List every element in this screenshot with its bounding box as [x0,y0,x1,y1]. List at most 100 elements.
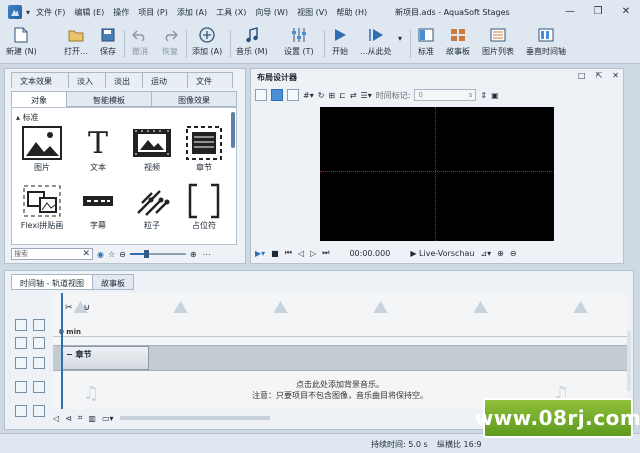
tab-image-effects[interactable]: 图像效果 [151,91,237,107]
new-button[interactable]: 新建 (N) [6,26,37,57]
redo-button[interactable]: 恢复 [160,26,180,57]
chapter-block[interactable]: − 章节 [61,346,149,370]
zoom-in-icon[interactable]: ⊕ [497,249,504,258]
zoom-in-icon[interactable]: ⊕ [190,250,197,259]
spin-icon[interactable]: ⇕ [480,91,487,100]
timeline-area[interactable]: ⛰ ⛰ ⛰ ⛰ ⛰ ⛰ ✂ ⊍ 0 min − 章节 ♫ ♫ 点击此处添加背景音… [53,293,627,409]
zoom-out-icon[interactable]: ⊖ [510,249,517,258]
close-button[interactable]: ✕ [612,0,640,22]
live-preview-toggle[interactable]: ▶ Live-Vorschau [410,249,474,258]
section-header[interactable]: ▴ 标准 [16,112,39,123]
play-icon[interactable]: ▶▾ [255,249,265,258]
flip-icon[interactable]: ⇄ [350,91,357,100]
select-tool-icon[interactable] [255,89,267,101]
stack-tool-icon[interactable] [33,381,45,393]
restore-panel-icon[interactable]: □ [578,71,586,80]
track-tool-icon[interactable] [15,319,27,331]
scissors-icon[interactable]: ✂ [65,303,73,313]
book-icon[interactable]: ▥ [88,414,96,423]
clear-icon[interactable]: ✕ [82,249,90,259]
tab-fade-in[interactable]: 淡入 [68,72,106,88]
play-options-dropdown[interactable]: ▾ [398,34,402,43]
first-icon[interactable]: ◁ [53,414,59,423]
grid-toggle-icon[interactable] [287,89,299,101]
object-image[interactable]: 图片 [16,124,68,173]
tab-text-effects[interactable]: 文本效果 [11,72,69,88]
list-icon[interactable]: ☰▾ [361,91,372,100]
pin-icon[interactable]: ⇱ [596,71,603,80]
start-button[interactable]: 开始 [330,26,350,57]
filter-icon[interactable]: ◉ [97,250,104,259]
fit-tool-icon[interactable] [15,357,27,369]
menu-edit[interactable]: 编辑 (E) [74,7,104,18]
object-video[interactable]: 视频 [126,124,178,173]
app-icon[interactable] [8,5,22,19]
next-icon[interactable]: ⏭ [322,248,329,258]
tab-smart-templates[interactable]: 智能模板 [66,91,152,107]
menu-wizard[interactable]: 向导 (W) [255,7,288,18]
add-button[interactable]: 添加 (A) [192,26,222,57]
monitor-icon[interactable]: ▭▾ [102,414,114,423]
align-left-icon[interactable] [33,319,45,331]
menu-help[interactable]: 帮助 (H) [336,7,367,18]
settings-button[interactable]: 设置 (T) [284,26,314,57]
open-button[interactable]: 打开... [64,26,88,57]
collapse-icon[interactable]: − [66,350,76,359]
object-flexi-collage[interactable]: Flexi拼贴画 [16,182,68,231]
group-tool-icon[interactable] [15,337,27,349]
prev-frame-icon[interactable]: ⊲ [65,414,72,423]
playhead[interactable] [61,293,63,409]
menu-add[interactable]: 添加 (A) [177,7,207,18]
tab-file[interactable]: 文件 [187,72,233,88]
quick-access-chevron-icon[interactable]: ▾ [26,8,30,17]
tab-fade-out[interactable]: 淡出 [105,72,143,88]
align-icon[interactable]: ⊞ [328,91,335,100]
maximize-button[interactable]: ❐ [584,0,612,22]
split-tool-icon[interactable] [33,337,45,349]
step-back-icon[interactable]: ◁ [298,249,304,258]
expand-tool-icon[interactable] [15,381,27,393]
standard-view-button[interactable]: 标准 [416,26,436,57]
tab-storyboard[interactable]: 故事板 [91,274,134,290]
grid-icon[interactable]: #▾ [303,91,314,100]
timeline-horizontal-scrollbar[interactable] [119,416,270,420]
object-subtitle[interactable]: 字幕 [72,182,124,231]
menu-file[interactable]: 文件 (F) [36,7,65,18]
stop-icon[interactable]: ■ [271,249,279,258]
crop-icon[interactable]: ⊏ [339,91,346,100]
layer-tool-icon[interactable] [33,357,45,369]
collapse-tool-icon[interactable] [15,405,27,417]
object-placeholder[interactable]: 占位符 [178,182,230,231]
chapter-track[interactable]: − 章节 [53,345,627,371]
time-ruler[interactable]: 0 min [53,327,627,337]
favorite-star-icon[interactable]: ☆ [108,250,115,259]
object-particles[interactable]: 粒子 [126,182,178,231]
tab-timeline-track-view[interactable]: 时间轴 - 轨道视图 [11,274,93,290]
copy-tool-icon[interactable] [33,405,45,417]
object-chapter[interactable]: 章节 [178,124,230,173]
tab-objects[interactable]: 对象 [11,91,67,107]
time-marker-input[interactable]: 0s [414,89,477,101]
aspect-ratio-icon[interactable]: ⊿▾ [480,249,491,258]
save-button[interactable]: 保存 [98,26,118,57]
save-marker-icon[interactable]: ▣ [491,91,499,100]
move-tool-icon[interactable] [271,89,283,101]
object-text[interactable]: T 文本 [72,124,124,173]
vertical-timeline-view-button[interactable]: 垂直时间轴 [526,26,566,57]
undo-button[interactable]: 撤消 [130,26,150,57]
menu-action[interactable]: 操作 [113,7,129,18]
image-list-view-button[interactable]: 图片列表 [482,26,514,57]
search-input[interactable]: 搜索 ✕ [11,248,93,260]
fit-view-icon[interactable]: ⌗ [78,413,83,423]
preview-canvas[interactable] [320,107,554,241]
thumbnail-size-slider[interactable] [129,250,186,258]
music-button[interactable]: 音乐 (M) [236,26,268,57]
close-panel-icon[interactable]: ✕ [612,71,619,80]
zoom-out-icon[interactable]: ⊖ [119,250,126,259]
tab-motion[interactable]: 运动 [142,72,188,88]
gallery-scrollbar[interactable] [231,112,235,148]
menu-project[interactable]: 项目 (P) [138,7,168,18]
rotate-icon[interactable]: ↻ [318,91,325,100]
step-forward-icon[interactable]: ▷ [310,249,316,258]
menu-tools[interactable]: 工具 (X) [216,7,246,18]
